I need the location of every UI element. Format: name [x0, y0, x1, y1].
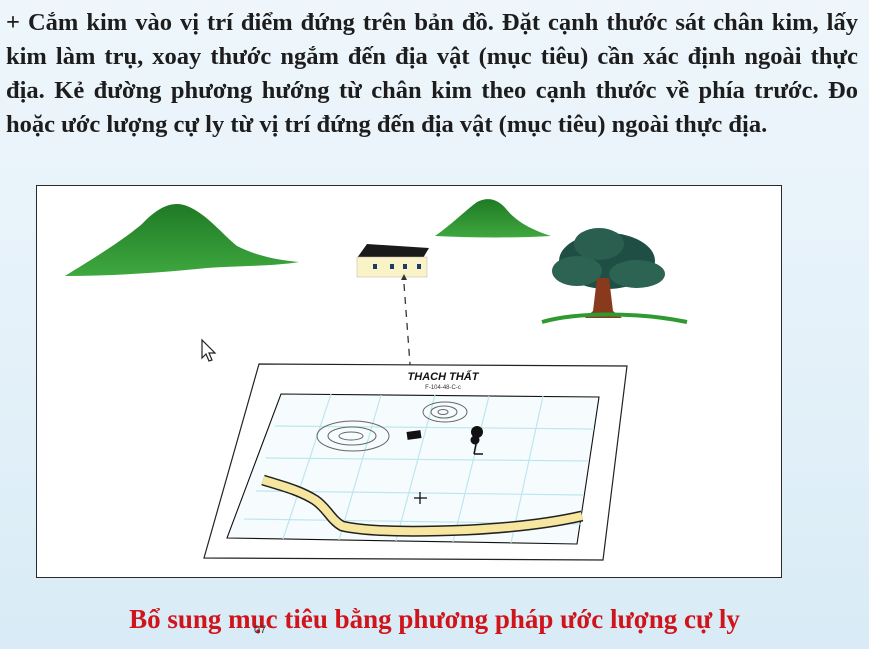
- map-illustration: THACH THẤT F-104-48-C-c: [36, 185, 782, 578]
- illustration-svg: THACH THẤT F-104-48-C-c: [65, 199, 688, 561]
- tree-icon: [541, 228, 688, 324]
- figure-caption: Bổ sung mục tiêu bằng phương pháp ước lư…: [129, 604, 740, 634]
- instruction-paragraph: + Cắm kim vào vị trí điểm đứng trên bản …: [6, 9, 858, 138]
- map-title: THACH THẤT: [408, 370, 480, 383]
- house-icon: [356, 244, 429, 278]
- cursor-arrow-icon: [201, 338, 217, 362]
- hill-left-icon: [65, 204, 299, 276]
- hill-right-icon: [435, 199, 551, 238]
- page-number: 07: [254, 624, 267, 636]
- map-code: F-104-48-C-c: [425, 385, 461, 391]
